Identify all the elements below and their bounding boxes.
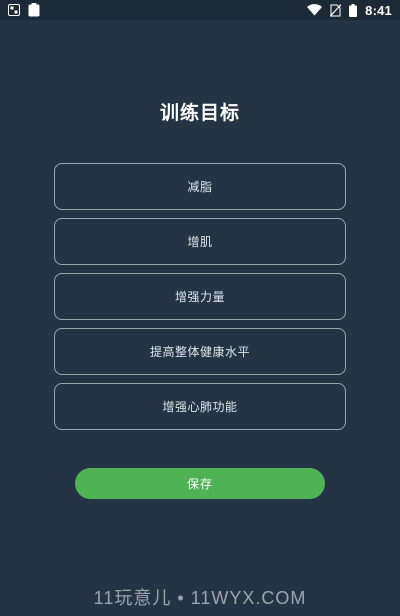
status-left xyxy=(8,3,40,17)
goal-list: 减脂 增肌 增强力量 提高整体健康水平 增强心肺功能 xyxy=(54,163,346,438)
status-time: 8:41 xyxy=(365,2,392,18)
save-button[interactable]: 保存 xyxy=(75,468,325,499)
wifi-icon xyxy=(307,4,323,16)
goal-option-fat-loss[interactable]: 减脂 xyxy=(54,163,346,210)
no-sim-icon xyxy=(330,3,342,17)
page-title: 训练目标 xyxy=(159,102,240,124)
watermark: 11玩意儿 • 11WYX.COM xyxy=(93,588,307,608)
goal-option-strength[interactable]: 增强力量 xyxy=(54,273,346,320)
status-right: 8:41 xyxy=(307,3,392,18)
status-bar: 8:41 xyxy=(0,0,400,20)
gallery-icon xyxy=(8,4,20,16)
goal-option-overall-health[interactable]: 提高整体健康水平 xyxy=(54,328,346,375)
goal-option-muscle-gain[interactable]: 增肌 xyxy=(54,218,346,265)
goal-option-cardio[interactable]: 增强心肺功能 xyxy=(54,383,346,430)
clipboard-icon xyxy=(28,3,40,17)
battery-icon xyxy=(349,3,358,17)
